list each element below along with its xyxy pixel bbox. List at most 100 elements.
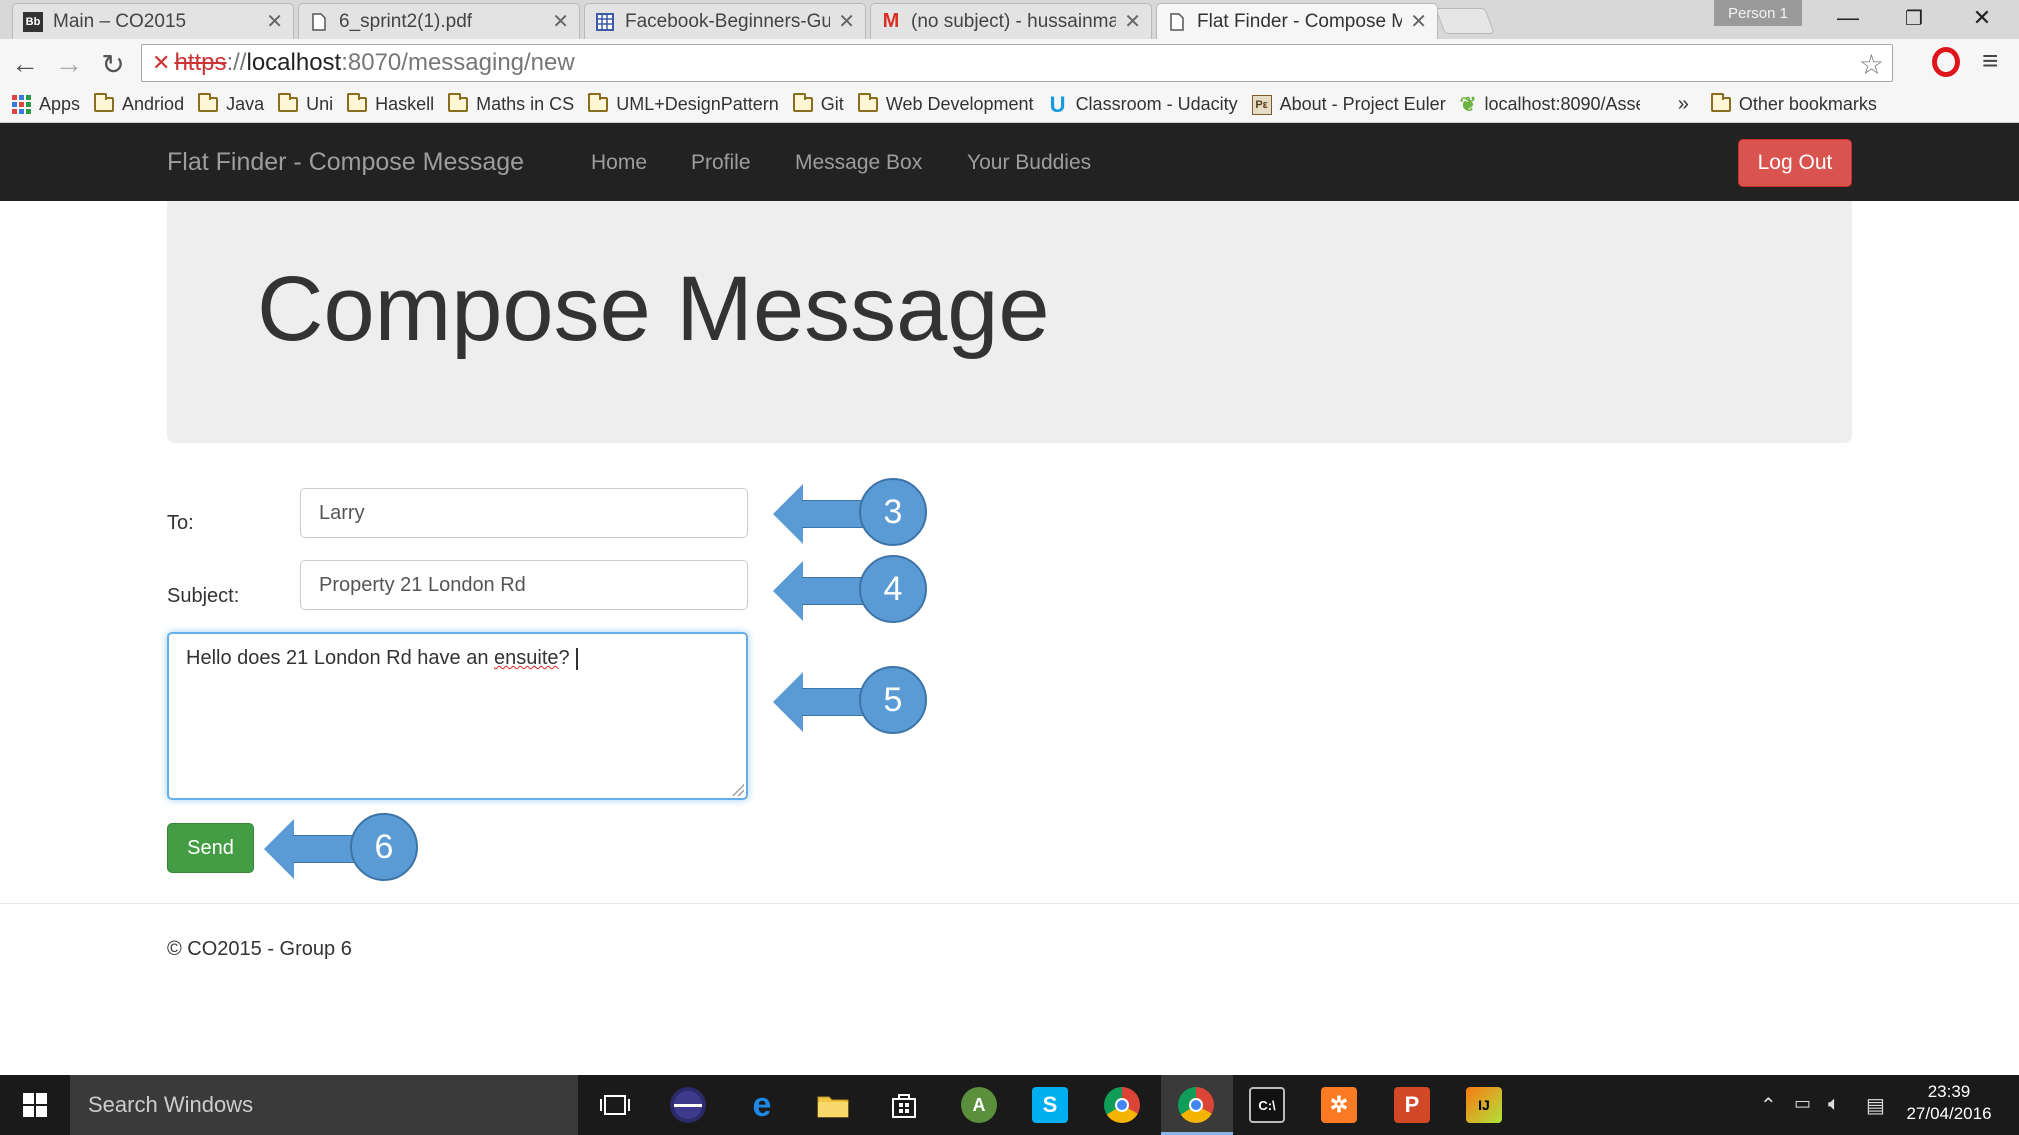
folder-icon bbox=[94, 93, 115, 112]
bookmark-label: Java bbox=[226, 94, 265, 114]
bookmark-folder-java[interactable]: Java bbox=[198, 93, 265, 115]
android-studio-icon[interactable]: A bbox=[961, 1087, 997, 1123]
tab-title: Flat Finder - Compose Me bbox=[1197, 10, 1403, 32]
volume-icon[interactable]: 🔈︎ bbox=[1828, 1093, 1840, 1116]
leaf-icon: ❦ bbox=[1459, 94, 1477, 115]
file-explorer-icon[interactable] bbox=[815, 1087, 851, 1123]
bookmark-label: Maths in CS bbox=[476, 94, 575, 114]
back-arrow-icon[interactable]: ← bbox=[8, 47, 42, 81]
folder-icon bbox=[278, 93, 299, 112]
subject-label: Subject: bbox=[167, 585, 240, 607]
bookmark-localhost[interactable]: ❦ localhost:8090/Assess bbox=[1460, 94, 1640, 115]
navbar-brand[interactable]: Flat Finder - Compose Message bbox=[167, 148, 524, 177]
bookmark-project-euler[interactable]: Pε About - Project Euler bbox=[1251, 94, 1446, 115]
nav-link-profile[interactable]: Profile bbox=[691, 151, 751, 175]
close-icon[interactable]: ✕ bbox=[266, 9, 283, 34]
send-button[interactable]: Send bbox=[167, 823, 254, 873]
chrome-icon[interactable] bbox=[1104, 1087, 1140, 1123]
to-field[interactable] bbox=[300, 488, 748, 538]
bookmark-folder-maths[interactable]: Maths in CS bbox=[448, 93, 575, 115]
task-view-icon[interactable] bbox=[597, 1087, 633, 1123]
browser-tab-strip: Bb Main – CO2015 ✕ 6_sprint2(1).pdf ✕ Fa… bbox=[0, 0, 2019, 39]
profile-button[interactable]: Person 1 bbox=[1714, 0, 1802, 26]
bookmark-label: localhost:8090/Assess bbox=[1484, 94, 1639, 114]
command-prompt-icon[interactable]: C:\ bbox=[1249, 1087, 1285, 1123]
tab-flat-finder[interactable]: Flat Finder - Compose Me ✕ bbox=[1156, 3, 1438, 39]
message-textarea[interactable]: Hello does 21 London Rd have an ensuite? bbox=[167, 632, 748, 800]
taskbar-clock[interactable]: 23:39 27/04/2016 bbox=[1904, 1081, 1994, 1125]
close-icon[interactable]: ✕ bbox=[1410, 9, 1427, 34]
bookmark-label: Classroom - Udacity bbox=[1075, 94, 1238, 114]
store-icon[interactable] bbox=[886, 1087, 922, 1123]
nav-link-your-buddies[interactable]: Your Buddies bbox=[967, 151, 1091, 175]
xampp-icon[interactable]: ✲ bbox=[1321, 1087, 1357, 1123]
annotation-badge: 3 bbox=[859, 478, 927, 546]
minimize-icon[interactable]: — bbox=[1816, 0, 1880, 36]
annotation-arrow-6: 6 bbox=[264, 813, 420, 885]
window-close-icon[interactable]: ✕ bbox=[1950, 0, 2014, 36]
nav-link-message-box[interactable]: Message Box bbox=[795, 151, 922, 175]
project-euler-icon: Pε bbox=[1251, 94, 1272, 115]
bookmark-label: UML+DesignPattern bbox=[616, 94, 779, 114]
new-tab-button[interactable] bbox=[1435, 8, 1495, 34]
power-icon[interactable]: ▭ bbox=[1794, 1093, 1811, 1114]
bookmark-label: Web Development bbox=[885, 94, 1034, 114]
bookmark-label: Git bbox=[820, 94, 844, 114]
arrow-head-icon bbox=[264, 819, 294, 879]
annotation-arrow-5: 5 bbox=[773, 666, 929, 738]
subject-field[interactable] bbox=[300, 560, 748, 610]
bookmark-folder-uml[interactable]: UML+DesignPattern bbox=[588, 93, 779, 115]
bookmark-udacity[interactable]: U Classroom - Udacity bbox=[1048, 91, 1238, 117]
edge-icon[interactable]: e bbox=[744, 1086, 780, 1124]
tab-sprint-pdf[interactable]: 6_sprint2(1).pdf ✕ bbox=[298, 3, 580, 39]
opera-extension-icon[interactable] bbox=[1932, 47, 1960, 77]
taskbar-search[interactable]: Search Windows bbox=[70, 1075, 578, 1135]
skype-icon[interactable]: S bbox=[1032, 1087, 1068, 1123]
folder-icon bbox=[588, 93, 609, 112]
blackboard-icon: Bb bbox=[23, 11, 43, 32]
resize-handle[interactable] bbox=[732, 784, 744, 796]
forward-arrow-icon[interactable]: → bbox=[52, 47, 86, 81]
menu-icon[interactable]: ≡ bbox=[1982, 45, 1998, 77]
bookmark-folder-webdev[interactable]: Web Development bbox=[857, 93, 1034, 115]
tab-main-co2015[interactable]: Bb Main – CO2015 ✕ bbox=[12, 3, 294, 39]
close-icon[interactable]: ✕ bbox=[838, 9, 855, 34]
annotation-badge: 5 bbox=[859, 666, 927, 734]
spreadsheet-icon bbox=[595, 12, 615, 32]
logout-button[interactable]: Log Out bbox=[1738, 139, 1852, 187]
udacity-icon: U bbox=[1049, 91, 1066, 117]
bookmark-star-icon[interactable]: ☆ bbox=[1859, 48, 1884, 81]
powerpoint-icon[interactable]: P bbox=[1394, 1087, 1430, 1123]
start-button[interactable] bbox=[0, 1075, 70, 1135]
bookmark-folder-andriod[interactable]: Andriod bbox=[94, 93, 185, 115]
url-path: :8070/messaging/new bbox=[341, 49, 575, 76]
eclipse-icon[interactable] bbox=[670, 1087, 706, 1123]
folder-icon bbox=[198, 93, 219, 112]
bookmark-label: Andriod bbox=[122, 94, 185, 114]
misspelled-word: ensuite bbox=[494, 647, 559, 669]
chrome-profile-icon[interactable] bbox=[1178, 1087, 1214, 1123]
bookmark-folder-haskell[interactable]: Haskell bbox=[347, 93, 434, 115]
close-icon[interactable]: ✕ bbox=[1124, 9, 1141, 34]
nav-link-home[interactable]: Home bbox=[591, 151, 647, 175]
tab-facebook-guide[interactable]: Facebook-Beginners-Guid ✕ bbox=[584, 3, 866, 39]
insecure-lock-icon: ✕ bbox=[152, 50, 171, 75]
restore-icon[interactable]: ❐ bbox=[1882, 0, 1946, 36]
windows-taskbar: Search Windows e A S C:\ ✲ P IJ ⌃ ▭ 🔈︎ ▤… bbox=[0, 1075, 2019, 1135]
tray-chevron-icon[interactable]: ⌃ bbox=[1760, 1093, 1777, 1118]
folder-icon bbox=[347, 93, 368, 112]
bookmarks-overflow-button[interactable]: » bbox=[1678, 93, 1689, 116]
reload-icon[interactable]: ↻ bbox=[96, 47, 130, 81]
action-center-icon[interactable]: ▤ bbox=[1866, 1093, 1885, 1118]
intellij-icon[interactable]: IJ bbox=[1466, 1087, 1502, 1123]
close-icon[interactable]: ✕ bbox=[552, 9, 569, 34]
bookmark-folder-git[interactable]: Git bbox=[792, 93, 844, 115]
address-bar[interactable]: ✕ https://localhost:8070/messaging/new ☆ bbox=[141, 44, 1893, 82]
bookmark-apps[interactable]: Apps bbox=[12, 94, 80, 115]
tab-gmail[interactable]: M (no subject) - hussainmaji ✕ bbox=[870, 3, 1152, 39]
text-caret bbox=[575, 647, 578, 670]
annotation-badge: 4 bbox=[859, 555, 927, 623]
bookmark-other[interactable]: Other bookmarks bbox=[1710, 93, 1877, 115]
annotation-arrow-4: 4 bbox=[773, 555, 929, 627]
bookmark-folder-uni[interactable]: Uni bbox=[278, 93, 333, 115]
